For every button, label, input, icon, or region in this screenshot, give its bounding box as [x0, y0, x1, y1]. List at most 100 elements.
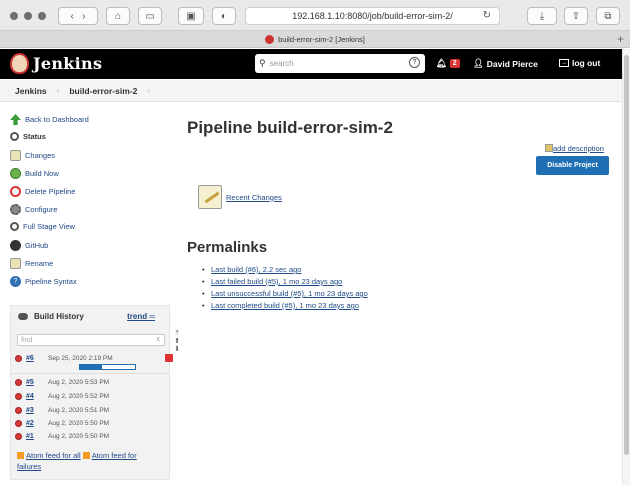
task-status[interactable]: Status: [10, 132, 46, 141]
task-label: Full Stage View: [23, 222, 75, 231]
app-name: Jenkins: [33, 54, 103, 73]
scroll-top-icon[interactable]: ⤒: [175, 330, 178, 338]
task-label: Build Now: [25, 169, 59, 178]
minimize-window-button[interactable]: [24, 12, 32, 20]
build-number[interactable]: #5: [26, 379, 48, 386]
build-date[interactable]: Aug 2, 2020 5:50 PM: [48, 433, 109, 440]
help-icon[interactable]: ?: [409, 57, 420, 68]
share-icon: ⇪: [571, 10, 581, 22]
build-number[interactable]: #3: [26, 407, 48, 414]
build-progress-bar: [79, 364, 136, 370]
divider: [11, 373, 169, 374]
task-delete-pipeline[interactable]: Delete Pipeline: [10, 186, 75, 197]
permalink-last-build[interactable]: Last build (#6), 2.2 sec ago: [202, 265, 368, 277]
search-box[interactable]: ⚲ search ?: [255, 54, 425, 73]
build-row[interactable]: #5 Aug 2, 2020 5:53 PM: [15, 376, 167, 389]
home-button[interactable]: ⌂: [106, 7, 130, 25]
logout-link[interactable]: → log out: [559, 58, 600, 68]
breadcrumb-jenkins[interactable]: Jenkins: [15, 86, 47, 96]
chevron-right-icon[interactable]: ›: [57, 86, 60, 95]
search-icon: [10, 222, 19, 231]
build-row[interactable]: #4 Aug 2, 2020 5:52 PM: [15, 390, 167, 403]
build-row[interactable]: #1 Aug 2, 2020 5:50 PM: [15, 430, 167, 443]
share-button[interactable]: ⇪: [564, 7, 588, 25]
task-pipeline-syntax[interactable]: ? Pipeline Syntax: [10, 276, 77, 287]
failed-status-icon: [15, 355, 22, 362]
scroll-down-icon[interactable]: ⬇: [174, 346, 180, 354]
no-entry-icon: [10, 186, 21, 197]
build-number[interactable]: #1: [26, 433, 48, 440]
gear-icon: [10, 204, 21, 215]
chevron-right-icon[interactable]: ›: [82, 11, 85, 22]
reload-icon[interactable]: ↻: [483, 10, 491, 21]
chevron-left-icon[interactable]: ‹: [70, 11, 73, 22]
build-filter-input[interactable]: find x: [17, 334, 165, 346]
permalink-last-unsuccessful[interactable]: Last unsuccessful build (#5), 1 mo 23 da…: [202, 289, 368, 301]
scroll-up-icon[interactable]: ⬆: [174, 338, 180, 346]
task-label: Status: [23, 132, 46, 141]
permalink-last-completed[interactable]: Last completed build (#5), 1 mo 23 days …: [202, 301, 368, 313]
search-input[interactable]: search: [270, 59, 294, 68]
jenkins-butler-icon: [10, 53, 29, 74]
chevron-right-icon[interactable]: ›: [147, 86, 150, 95]
build-date[interactable]: Aug 2, 2020 5:50 PM: [48, 420, 109, 427]
build-date[interactable]: Sep 25, 2020 2:19 PM: [48, 355, 113, 362]
task-build-now[interactable]: Build Now: [10, 168, 59, 179]
clear-icon[interactable]: x: [157, 336, 161, 343]
sidebar-toggle-button[interactable]: ▭: [138, 7, 162, 25]
user-icon: 👤︎: [473, 58, 484, 68]
active-tab-title[interactable]: build-error-sim-2 [Jenkins]: [278, 35, 365, 44]
build-date[interactable]: Aug 2, 2020 5:53 PM: [48, 379, 109, 386]
extension-button[interactable]: ▣: [178, 7, 204, 25]
notepad-icon: [198, 185, 222, 209]
atom-feeds: Atom feed for all Atom feed for failures: [17, 450, 167, 472]
page-scrollbar[interactable]: [622, 49, 630, 485]
new-tab-icon[interactable]: +: [617, 32, 624, 46]
build-number[interactable]: #2: [26, 420, 48, 427]
cloud-icon: [18, 312, 28, 320]
jenkins-favicon-icon: [265, 34, 275, 44]
search-icon: [10, 132, 19, 141]
recent-changes-label[interactable]: Recent Changes: [226, 193, 282, 202]
build-number[interactable]: #6: [26, 355, 48, 362]
back-forward-buttons[interactable]: ‹ ›: [58, 7, 98, 25]
jenkins-logo[interactable]: Jenkins: [10, 53, 102, 74]
notepad-icon: [10, 258, 21, 269]
task-rename[interactable]: Rename: [10, 258, 53, 269]
build-row[interactable]: #2 Aug 2, 2020 5:50 PM: [15, 417, 167, 430]
task-configure[interactable]: Configure: [10, 204, 58, 215]
address-bar[interactable]: 192.168.1.10:8080/job/build-error-sim-2/…: [245, 7, 500, 25]
task-back-to-dashboard[interactable]: Back to Dashboard: [10, 114, 89, 125]
failed-status-icon: [15, 433, 22, 440]
rss-icon: [82, 452, 90, 459]
add-description-link[interactable]: add description: [545, 144, 604, 153]
help-icon: ?: [10, 276, 21, 287]
atom-feed-failures-link[interactable]: Atom feed for: [92, 451, 137, 460]
downloads-button[interactable]: ⤓: [527, 7, 557, 25]
task-github[interactable]: GitHub: [10, 240, 48, 251]
task-changes[interactable]: Changes: [10, 150, 55, 161]
build-date[interactable]: Aug 2, 2020 5:51 PM: [48, 407, 109, 414]
notifications-button[interactable]: 🔔︎ 2: [436, 58, 460, 69]
atom-feed-failures-link-cont[interactable]: failures: [17, 462, 41, 471]
scrollbar-thumb[interactable]: [624, 55, 629, 455]
task-full-stage-view[interactable]: Full Stage View: [10, 222, 75, 231]
atom-feed-all-link[interactable]: Atom feed for all: [26, 451, 81, 460]
zoom-window-button[interactable]: [38, 12, 46, 20]
trend-label: trend: [127, 312, 148, 321]
build-history-scroll-controls: ⤒ ⬆ ⬇: [172, 330, 182, 366]
build-date[interactable]: Aug 2, 2020 5:52 PM: [48, 393, 109, 400]
build-number[interactable]: #4: [26, 393, 48, 400]
breadcrumb: Jenkins › build-error-sim-2 ›: [0, 80, 622, 102]
privacy-button[interactable]: ◐: [212, 7, 236, 25]
page-title: Pipeline build-error-sim-2: [187, 118, 393, 137]
disable-project-button[interactable]: Disable Project: [536, 156, 609, 175]
recent-changes-link[interactable]: Recent Changes: [198, 185, 282, 209]
tabs-overview-button[interactable]: ⧉: [596, 7, 620, 25]
permalink-last-failed[interactable]: Last failed build (#5), 1 mo 23 days ago: [202, 277, 368, 289]
trend-link[interactable]: trend ═: [127, 312, 155, 321]
close-window-button[interactable]: [10, 12, 18, 20]
user-link[interactable]: 👤︎ David Pierce: [473, 58, 538, 69]
build-row[interactable]: #3 Aug 2, 2020 5:51 PM: [15, 404, 167, 417]
breadcrumb-job[interactable]: build-error-sim-2: [69, 86, 137, 96]
